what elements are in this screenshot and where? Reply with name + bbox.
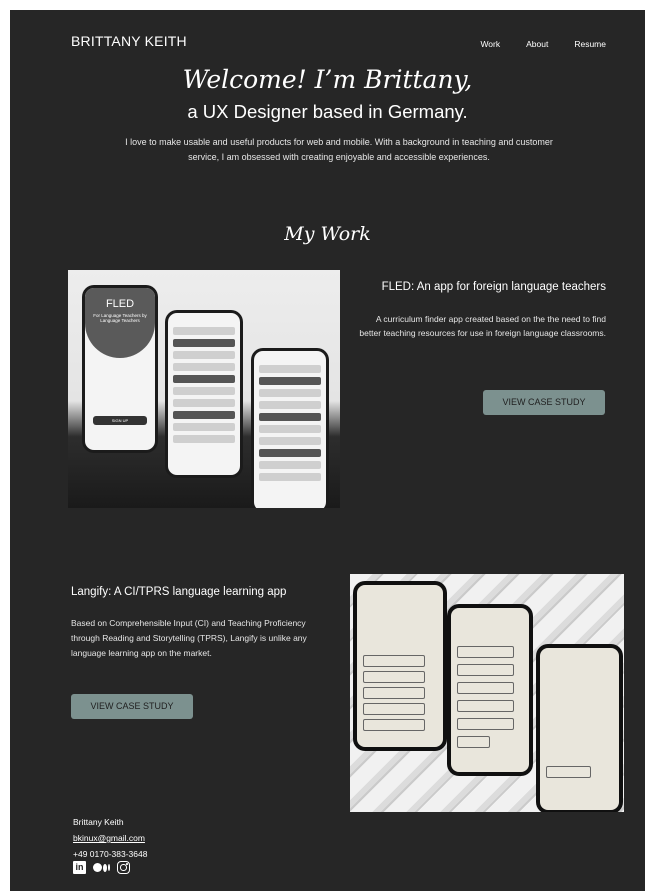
langify-sketch-image[interactable] [350,574,624,812]
section-title: My Work [284,223,371,245]
fled-logo: FLED [105,298,135,310]
footer-email-link[interactable]: bkinux@gmail.com [73,830,147,846]
paper-prototype-phone [536,644,623,812]
fled-signup-button: SIGN UP [93,416,147,425]
phone-mockup [251,348,329,508]
fled-mockup-image[interactable]: FLED For Language Teachers by Language T… [68,270,340,508]
hero-subtitle: a UX Designer based in Germany. [187,101,468,122]
hero-description: I love to make usable and useful product… [125,137,553,162]
footer-contact: Brittany Keith bkinux@gmail.com +49 0170… [73,814,147,862]
social-links: in [73,861,130,874]
footer-phone: +49 0170-383-3648 [73,849,148,859]
linkedin-icon[interactable]: in [73,861,86,874]
nav-about[interactable]: About [526,39,548,49]
fled-tagline: For Language Teachers by Language Teache… [93,313,147,323]
medium-icon[interactable] [93,863,110,872]
top-nav: Work About Resume [480,39,606,49]
brand-name[interactable]: BRITTANY KEITH [71,33,187,49]
project-title: Langify: A CI/TPRS language learning app [71,586,287,598]
view-case-study-button[interactable]: VIEW CASE STUDY [483,390,605,415]
nav-resume[interactable]: Resume [574,39,606,49]
footer-name: Brittany Keith [73,817,124,827]
nav-work[interactable]: Work [480,39,500,49]
view-case-study-button[interactable]: VIEW CASE STUDY [71,694,193,719]
project-description: Based on Comprehensible Input (CI) and T… [71,618,307,658]
project-description: A curriculum finder app created based on… [359,314,606,338]
paper-prototype-phone [353,581,447,751]
project-title: FLED: An app for foreign language teache… [381,281,606,293]
instagram-icon[interactable] [117,861,130,874]
portfolio-page: BRITTANY KEITH Work About Resume Welcome… [10,10,645,891]
paper-prototype-phone [447,604,533,776]
phone-mockup: FLED For Language Teachers by Language T… [82,285,158,453]
hero-title: Welcome! I’m Brittany, [182,65,473,94]
phone-mockup [165,310,243,478]
